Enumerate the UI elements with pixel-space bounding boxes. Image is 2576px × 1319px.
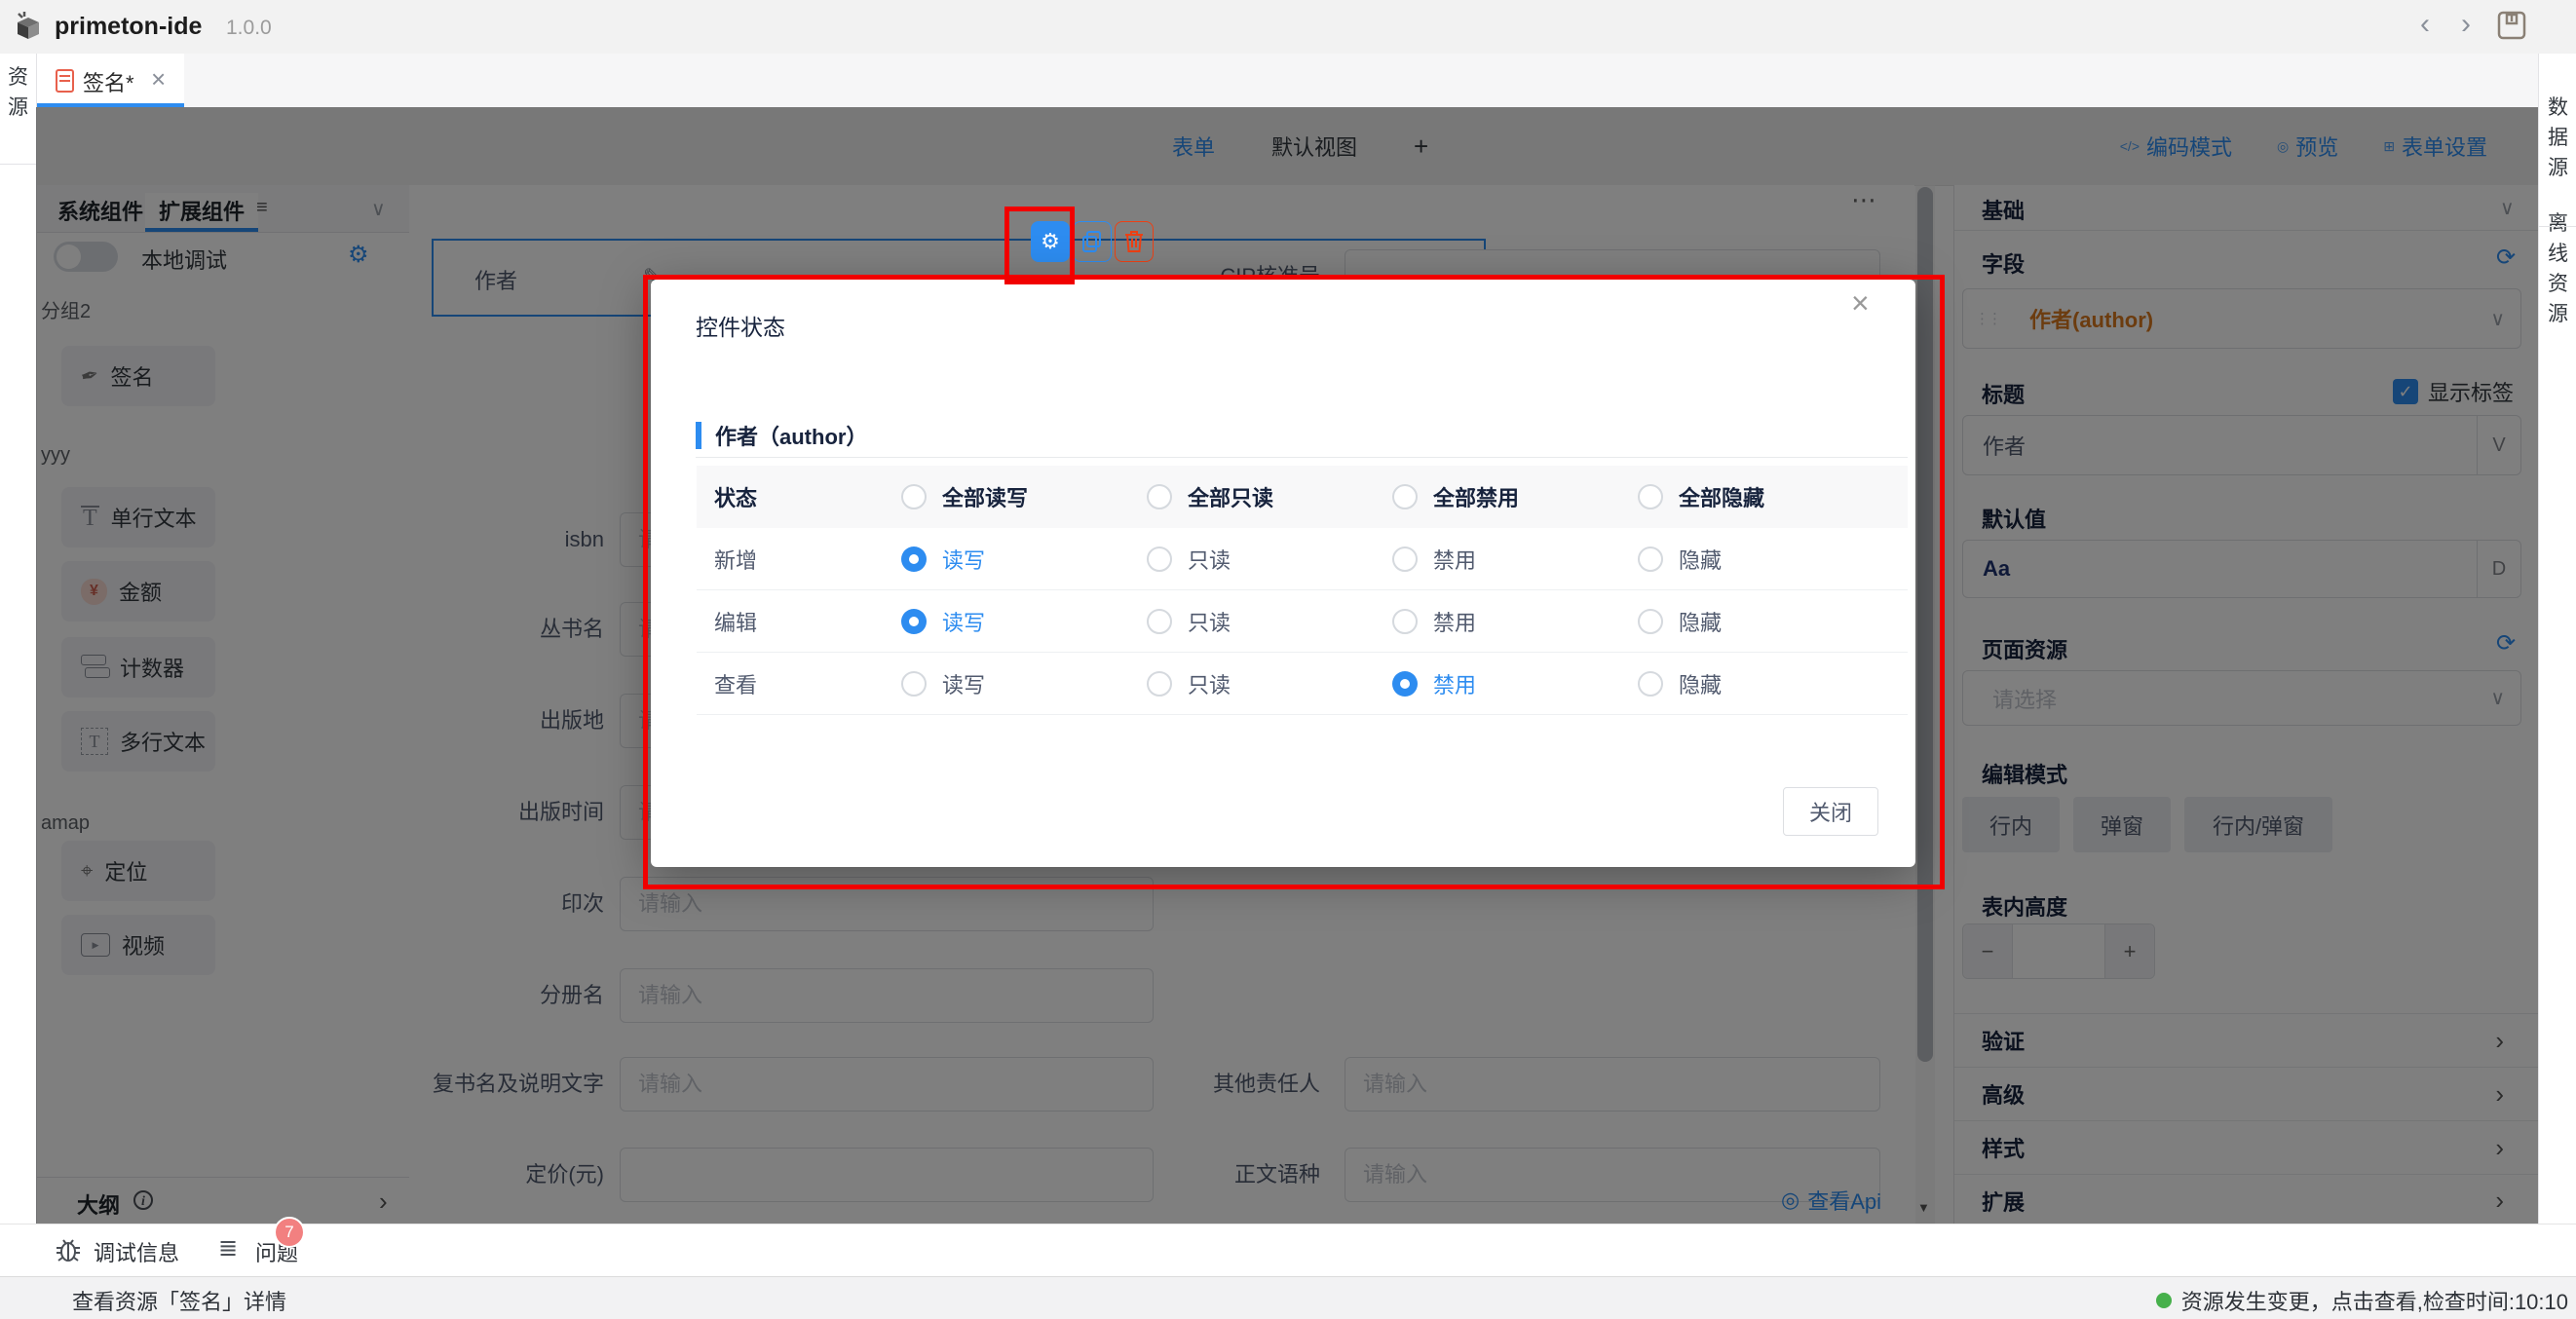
- tab-close-icon[interactable]: ×: [151, 64, 166, 94]
- bug-icon: [55, 1236, 82, 1263]
- state-table: 状态 全部读写 全部只读 全部禁用 全部隐藏 新增 读写 只读 禁用 隐藏 编辑…: [697, 466, 1908, 715]
- radio-readwrite[interactable]: [901, 671, 927, 697]
- tab-signature[interactable]: 签名* ×: [36, 54, 184, 107]
- radio-readonly[interactable]: [1147, 671, 1172, 697]
- radio-disabled[interactable]: [1392, 609, 1418, 634]
- section-accent-bar: [696, 422, 701, 449]
- modal-close-icon[interactable]: ×: [1851, 285, 1870, 321]
- left-nav-strip: 资源: [0, 54, 37, 1224]
- status-left-text: 查看资源「签名」详情: [72, 1285, 286, 1316]
- gear-icon: ⚙: [1041, 229, 1060, 254]
- debug-info-button[interactable]: 调试信息: [94, 1236, 179, 1267]
- app-logo-icon: [12, 10, 45, 43]
- nav-back-icon[interactable]: ‹: [2408, 8, 2442, 41]
- trash-icon: [1123, 230, 1145, 253]
- save-icon[interactable]: [2496, 10, 2527, 41]
- problems-count-badge: 7: [274, 1217, 305, 1248]
- resource-change-status[interactable]: 资源发生变更，点击查看,检查时间:10:10: [2156, 1285, 2568, 1316]
- radio-all-disabled[interactable]: [1392, 484, 1418, 509]
- nav-forward-icon[interactable]: ›: [2449, 8, 2482, 41]
- right-nav-strip: 数据源 离线资源: [2538, 54, 2576, 1224]
- state-row-create: 新增 读写 只读 禁用 隐藏: [697, 528, 1908, 590]
- nav-resources[interactable]: 资源: [0, 62, 36, 123]
- form-doc-icon: [56, 69, 74, 93]
- widget-settings-button[interactable]: ⚙: [1031, 221, 1070, 262]
- app-window: primeton-ide 1.0.0 ‹ › 签名* × 表单 默认视图 + <…: [0, 0, 2576, 1319]
- close-button[interactable]: 关闭: [1783, 787, 1878, 836]
- radio-disabled[interactable]: [1392, 546, 1418, 572]
- state-row-view: 查看 读写 只读 禁用 隐藏: [697, 653, 1908, 715]
- app-name: primeton-ide: [55, 13, 202, 41]
- modal-section-header: 作者（author）: [696, 414, 1908, 458]
- nav-datasource[interactable]: 数据源: [2539, 93, 2576, 183]
- widget-copy-button[interactable]: [1073, 221, 1112, 262]
- radio-hidden[interactable]: [1638, 609, 1663, 634]
- widget-delete-button[interactable]: [1115, 221, 1154, 262]
- widget-state-modal: 控件状态 × 作者（author） 状态 全部读写 全部只读 全部禁用 全部隐藏…: [651, 280, 1915, 867]
- copy-icon: [1081, 230, 1103, 253]
- radio-readwrite[interactable]: [901, 546, 927, 572]
- radio-disabled[interactable]: [1392, 671, 1418, 697]
- debug-bar: 调试信息 ≣ 问题: [0, 1224, 2576, 1277]
- modal-title: 控件状态: [696, 309, 785, 342]
- tab-label: 签名*: [83, 66, 134, 97]
- state-row-edit: 编辑 读写 只读 禁用 隐藏: [697, 590, 1908, 653]
- title-bar: primeton-ide 1.0.0 ‹ ›: [0, 0, 2576, 55]
- radio-readonly[interactable]: [1147, 546, 1172, 572]
- editor-tab-bar: [0, 54, 2576, 108]
- app-version: 1.0.0: [226, 17, 272, 40]
- status-green-dot: [2156, 1293, 2172, 1308]
- state-table-header: 状态 全部读写 全部只读 全部禁用 全部隐藏: [697, 466, 1908, 528]
- radio-all-hidden[interactable]: [1638, 484, 1663, 509]
- radio-all-readonly[interactable]: [1147, 484, 1172, 509]
- radio-hidden[interactable]: [1638, 671, 1663, 697]
- radio-all-readwrite[interactable]: [901, 484, 927, 509]
- status-bar: 查看资源「签名」详情 资源发生变更，点击查看,检查时间:10:10: [0, 1276, 2576, 1319]
- radio-readwrite[interactable]: [901, 609, 927, 634]
- list-icon: ≣: [218, 1234, 238, 1262]
- section-title: 作者（author）: [715, 420, 867, 451]
- radio-hidden[interactable]: [1638, 546, 1663, 572]
- radio-readonly[interactable]: [1147, 609, 1172, 634]
